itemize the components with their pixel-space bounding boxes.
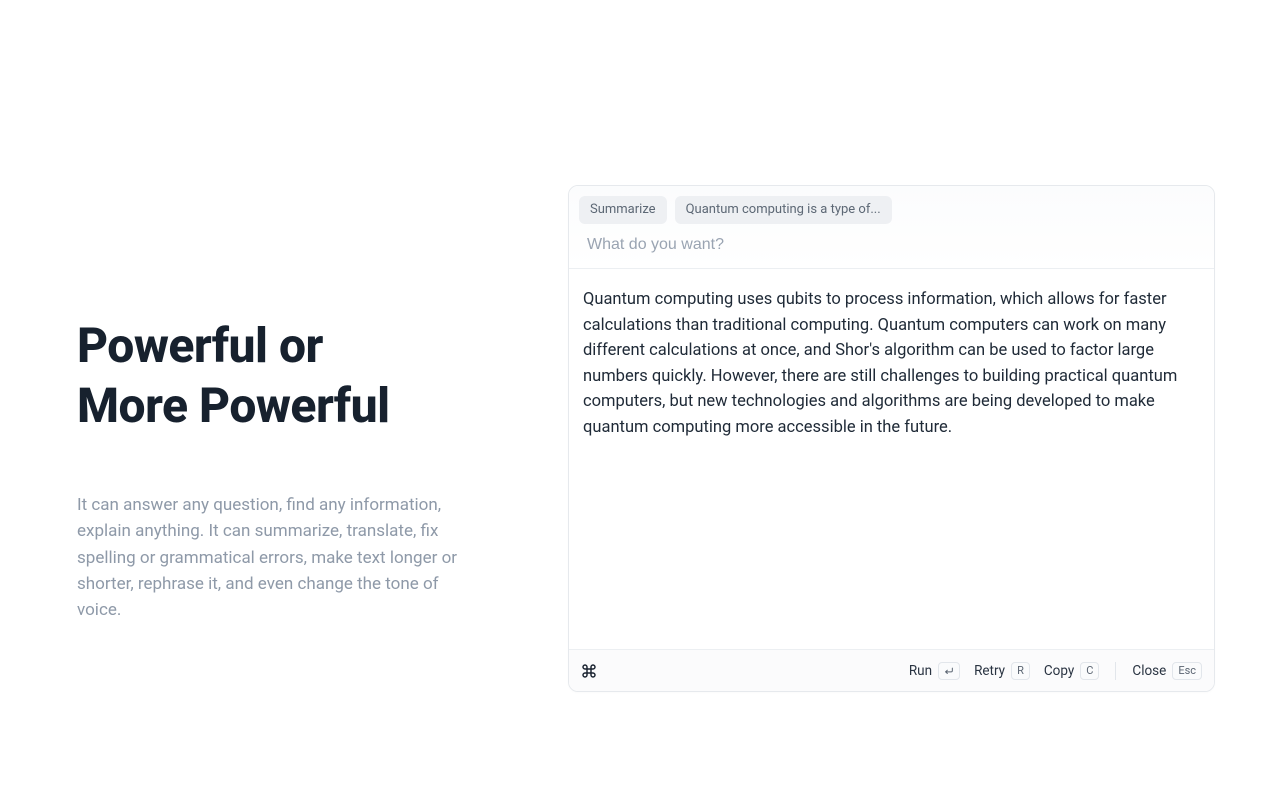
chip-action[interactable]: Summarize	[579, 196, 667, 224]
command-icon	[581, 663, 597, 679]
copy-button[interactable]: Copy C	[1044, 662, 1100, 680]
run-label: Run	[909, 663, 932, 679]
prompt-input[interactable]	[587, 236, 1196, 254]
run-button[interactable]: Run	[909, 662, 960, 680]
retry-button[interactable]: Retry R	[974, 662, 1030, 680]
retry-shortcut: R	[1011, 662, 1030, 680]
card-body: Quantum computing uses qubits to process…	[569, 269, 1214, 649]
card-footer: Run Retry R Copy C Close	[569, 649, 1214, 691]
footer-divider	[1115, 662, 1116, 680]
assistant-card: Summarize Quantum computing is a type of…	[568, 185, 1215, 692]
hero-headline-line2: More Powerful	[77, 377, 390, 434]
hero-headline: Powerful or More Powerful	[77, 316, 497, 436]
hero-section: Powerful or More Powerful It can answer …	[77, 316, 497, 624]
output-text: Quantum computing uses qubits to process…	[583, 287, 1200, 440]
card-header: Summarize Quantum computing is a type of…	[569, 186, 1214, 269]
retry-label: Retry	[974, 663, 1005, 679]
copy-label: Copy	[1044, 663, 1074, 679]
hero-headline-line1: Powerful or	[77, 317, 323, 374]
close-button[interactable]: Close Esc	[1132, 662, 1202, 680]
hero-subtext: It can answer any question, find any inf…	[77, 492, 467, 624]
copy-shortcut: C	[1080, 662, 1099, 680]
prompt-row	[579, 224, 1204, 268]
close-shortcut: Esc	[1172, 662, 1202, 680]
chip-context[interactable]: Quantum computing is a type of...	[675, 196, 892, 224]
return-icon	[944, 666, 954, 676]
close-label: Close	[1132, 663, 1166, 679]
chip-row: Summarize Quantum computing is a type of…	[579, 196, 1204, 224]
run-shortcut	[938, 662, 960, 680]
